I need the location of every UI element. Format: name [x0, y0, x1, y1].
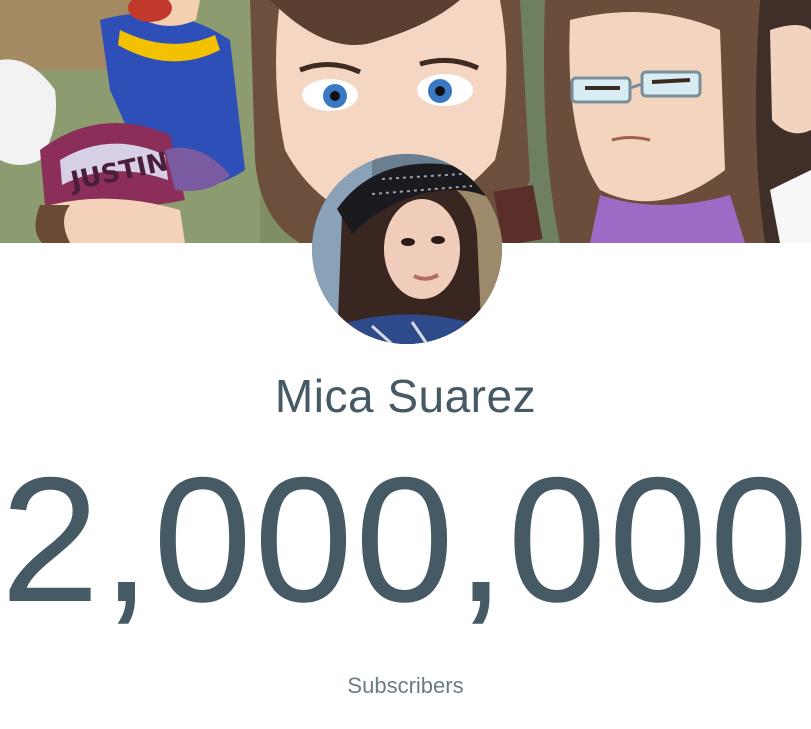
channel-name[interactable]: Mica Suarez: [0, 366, 811, 426]
channel-page: JUSTIN Mica Suarez 2,000,000 Subscribers: [0, 0, 811, 729]
subscriber-count: 2,000,000: [0, 440, 811, 639]
profile-photo: [312, 154, 502, 344]
subscriber-label: Subscribers: [347, 673, 464, 698]
channel-avatar[interactable]: [312, 154, 502, 344]
